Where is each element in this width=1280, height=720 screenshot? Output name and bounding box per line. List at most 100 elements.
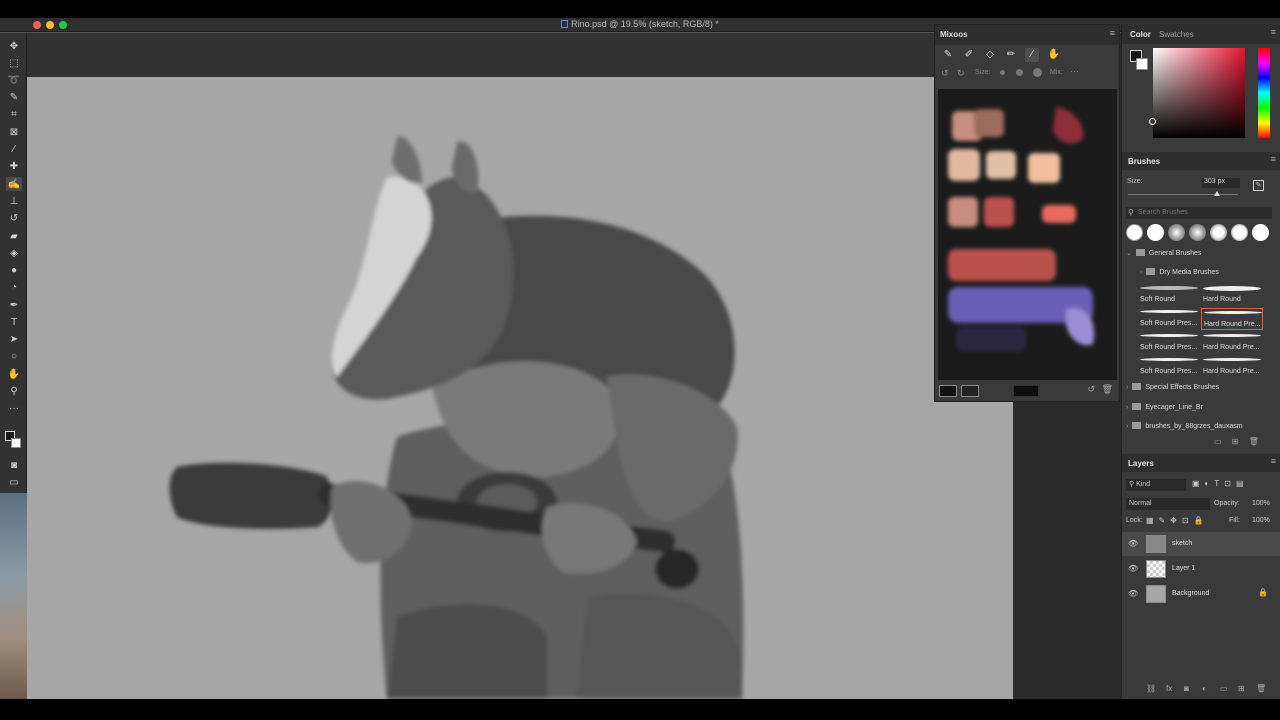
recent-brush-tip[interactable]: [1168, 224, 1185, 241]
opacity-input[interactable]: 100%: [1252, 500, 1270, 507]
smudge-icon[interactable]: ✏: [1004, 48, 1018, 62]
document-canvas[interactable]: [27, 77, 1013, 699]
hand-icon[interactable]: ✋: [6, 367, 22, 381]
layer-filter-icons[interactable]: ▣◐T⊡▤: [1192, 479, 1249, 488]
new-brush-icon[interactable]: ⊞: [1232, 437, 1239, 446]
undo-icon[interactable]: ↺: [941, 68, 949, 79]
brush-group-eyecager[interactable]: › Eyecager_Line_Br: [1126, 401, 1203, 415]
trash-icon[interactable]: 🗑: [1249, 437, 1259, 446]
color-picker-cursor[interactable]: [1149, 118, 1156, 125]
layer-filter-select[interactable]: ⚲ Kind: [1126, 479, 1186, 491]
recent-brush-tip[interactable]: [1231, 224, 1248, 241]
type-icon[interactable]: T: [6, 315, 22, 329]
group-icon[interactable]: ▭: [1220, 684, 1228, 693]
stamp-icon[interactable]: ⊥: [6, 194, 22, 208]
brush-preset-selected[interactable]: Hard Round Pre...: [1201, 308, 1263, 330]
mixing-canvas[interactable]: [938, 89, 1117, 380]
adjustment-icon[interactable]: ◐: [1202, 684, 1207, 693]
reset-icon[interactable]: ↺: [1087, 384, 1095, 395]
trash-icon[interactable]: 🗑: [1102, 384, 1113, 395]
crop-icon[interactable]: ⌗: [6, 107, 22, 121]
background-color-swatch[interactable]: [1136, 58, 1148, 70]
mask-icon[interactable]: ◙: [1184, 684, 1189, 693]
shape-icon[interactable]: ○: [6, 349, 22, 363]
move-icon[interactable]: ✥: [6, 39, 22, 53]
color-swatch-black[interactable]: [939, 385, 957, 397]
blend-mode-select[interactable]: Normal: [1126, 498, 1210, 510]
color-swatch-dark[interactable]: [961, 385, 979, 397]
brush-search-input[interactable]: ⚲ Search Brushes: [1126, 207, 1272, 219]
brush-preset[interactable]: Hard Round: [1201, 284, 1263, 306]
eye-icon[interactable]: 👁: [1128, 539, 1138, 548]
fx-icon[interactable]: fx: [1166, 684, 1172, 693]
eye-icon[interactable]: 👁: [1128, 589, 1138, 598]
color-picker-field[interactable]: [1149, 48, 1245, 138]
recent-brush-tip[interactable]: [1210, 224, 1227, 241]
brush-size-slider[interactable]: [1128, 191, 1238, 196]
brush-group-88grzes[interactable]: › brushes_by_88grzes_dauxasm: [1126, 420, 1243, 434]
background-color-swatch[interactable]: [11, 438, 21, 448]
brush-size-input[interactable]: 303 px: [1202, 178, 1240, 188]
recent-brush-tip[interactable]: [1189, 224, 1206, 241]
lasso-icon[interactable]: ➰: [6, 73, 22, 87]
redo-icon[interactable]: ↻: [957, 68, 965, 79]
fill-input[interactable]: 100%: [1252, 517, 1270, 524]
layer-row[interactable]: 👁 Background 🔒: [1122, 582, 1280, 606]
layer-row[interactable]: 👁 Layer 1: [1122, 557, 1280, 581]
eraser-icon[interactable]: ◇: [983, 48, 997, 62]
recent-brush-tip[interactable]: [1126, 224, 1143, 241]
hand-icon[interactable]: ✋: [1047, 48, 1061, 62]
brush-preset[interactable]: Soft Round Pres...: [1138, 332, 1200, 354]
brush-preset[interactable]: Soft Round: [1138, 284, 1200, 306]
brush-group-general[interactable]: ⌄ General Brushes: [1126, 247, 1201, 261]
new-layer-icon[interactable]: ⊞: [1238, 684, 1245, 693]
brush-preset[interactable]: Hard Round Pre...: [1201, 356, 1263, 378]
hue-slider[interactable]: [1258, 48, 1270, 138]
history-brush-icon[interactable]: ↺: [6, 211, 22, 225]
link-icon[interactable]: ⛓: [1146, 684, 1156, 693]
brush-preset[interactable]: Soft Round Pres...: [1138, 308, 1200, 330]
recent-brush-tip[interactable]: [1252, 224, 1269, 241]
eyedropper-icon[interactable]: ⁄: [6, 142, 22, 156]
color-swatch-wide[interactable]: [1013, 385, 1039, 397]
layer-row[interactable]: 👁 sketch: [1122, 532, 1280, 556]
size-medium-dot[interactable]: [1016, 69, 1023, 76]
mix-brush-icon[interactable]: ✐: [962, 48, 976, 62]
pen-icon[interactable]: ✒: [6, 298, 22, 312]
marquee-icon[interactable]: ⬚: [6, 56, 22, 70]
path-select-icon[interactable]: ➤: [6, 332, 22, 346]
panel-menu-icon[interactable]: ≡: [1110, 28, 1115, 38]
new-group-icon[interactable]: ▭: [1214, 437, 1222, 446]
screen-mode-icon[interactable]: ▭: [6, 475, 22, 489]
quick-select-icon[interactable]: ✎: [6, 90, 22, 104]
brush-icon[interactable]: ✎: [941, 48, 955, 62]
tab-swatches[interactable]: Swatches: [1159, 30, 1194, 39]
brush-preset[interactable]: Soft Round Pres...: [1138, 356, 1200, 378]
brush-settings-icon[interactable]: ✎: [1253, 180, 1264, 191]
lock-icons[interactable]: ▦✎✥⊡🔒: [1146, 516, 1209, 525]
zoom-icon[interactable]: ⚲: [6, 384, 22, 398]
brush-group-special-effects[interactable]: › Special Effects Brushes: [1126, 381, 1219, 395]
recent-brush-tip[interactable]: [1147, 224, 1164, 241]
more-options-icon[interactable]: ···: [1070, 66, 1079, 76]
brush-preset[interactable]: Hard Round Pre...: [1201, 332, 1263, 354]
brush-icon[interactable]: ✍: [6, 177, 22, 191]
size-large-dot[interactable]: [1033, 68, 1042, 77]
dodge-icon[interactable]: ◔: [6, 280, 22, 294]
trash-icon[interactable]: 🗑: [1256, 684, 1266, 693]
quick-mask-icon[interactable]: ◙: [6, 458, 22, 472]
panel-menu-icon[interactable]: ≡: [1271, 27, 1276, 37]
brush-group-dry-media[interactable]: › Dry Media Brushes: [1140, 266, 1219, 280]
blur-icon[interactable]: ●: [6, 263, 22, 277]
frame-icon[interactable]: ⊠: [6, 125, 22, 139]
picker-icon[interactable]: ⁄: [1025, 48, 1039, 62]
size-small-dot[interactable]: [1000, 70, 1005, 75]
eye-icon[interactable]: 👁: [1128, 564, 1138, 573]
eraser-icon[interactable]: ▰: [6, 229, 22, 243]
more-icon[interactable]: ···: [6, 401, 22, 415]
panel-menu-icon[interactable]: ≡: [1271, 154, 1276, 164]
panel-menu-icon[interactable]: ≡: [1271, 456, 1276, 466]
healing-icon[interactable]: ✚: [6, 159, 22, 173]
tab-color[interactable]: Color: [1130, 30, 1151, 39]
slider-thumb[interactable]: [1214, 191, 1220, 196]
